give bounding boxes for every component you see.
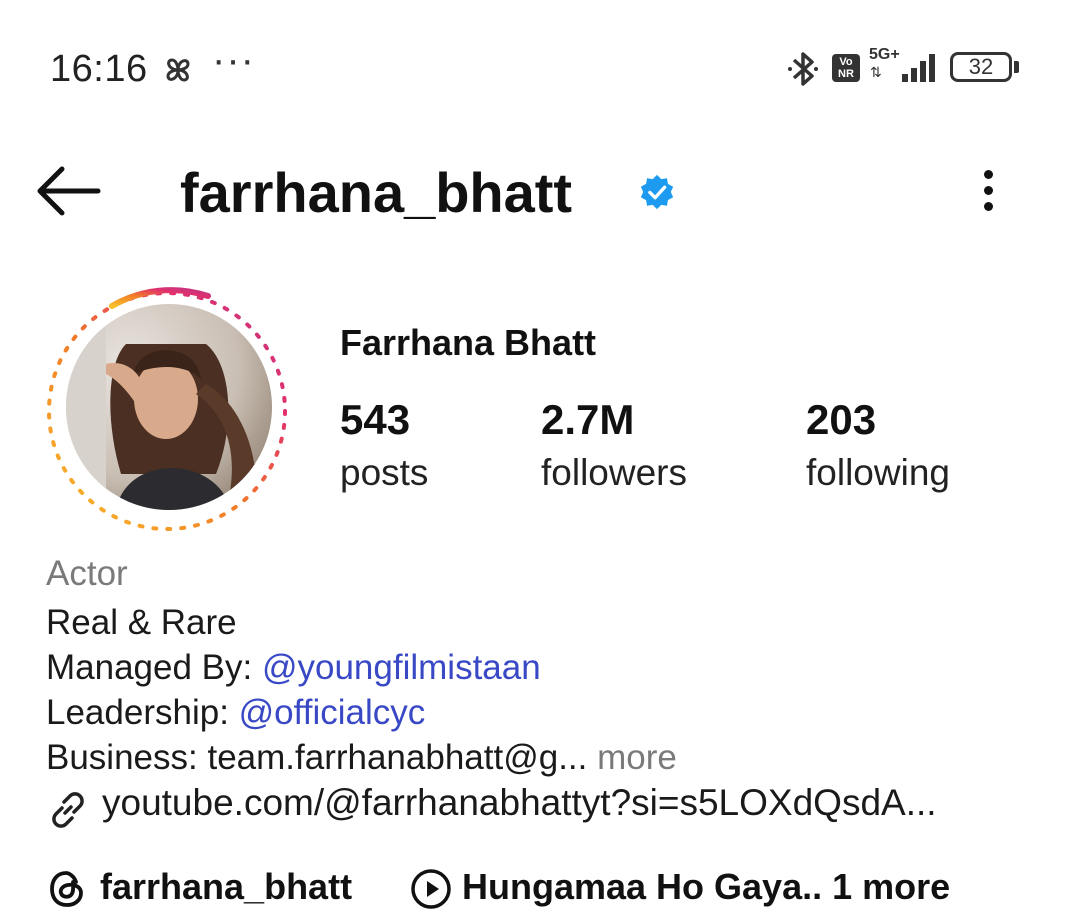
- stat-following-count[interactable]: 203: [806, 396, 876, 444]
- mention-link-youngfilmistaan[interactable]: @youngfilmistaan: [262, 648, 541, 687]
- signal-icon: [902, 54, 935, 82]
- battery-tip: [1014, 61, 1019, 73]
- stat-followers-count[interactable]: 2.7M: [541, 396, 634, 444]
- profile-username: farrhana_bhatt: [180, 161, 573, 224]
- threads-handle-chip[interactable]: farrhana_bhatt: [100, 866, 352, 908]
- bio-managed-prefix: Managed By:: [46, 648, 262, 687]
- verified-badge-icon: [640, 174, 674, 210]
- bio-category: Actor: [46, 554, 128, 593]
- bio-leadership-line: Leadership: @officialcyc: [46, 693, 425, 733]
- threads-icon[interactable]: [46, 868, 88, 910]
- music-chip[interactable]: Hungamaa Ho Gaya.. 1 more: [462, 866, 950, 908]
- pinwheel-icon: [166, 58, 190, 82]
- data-activity-icon: ⇅: [870, 64, 882, 80]
- vonr-bottom-label: NR: [838, 68, 854, 80]
- status-overflow-icon: ···: [212, 38, 255, 82]
- back-arrow-icon[interactable]: [34, 164, 102, 218]
- status-time: 16:16: [50, 48, 148, 90]
- bio-external-link[interactable]: youtube.com/@farrhanabhattyt?si=s5LOXdQs…: [102, 782, 937, 824]
- bio-managed-line: Managed By: @youngfilmistaan: [46, 648, 541, 688]
- bluetooth-icon: [788, 52, 818, 86]
- link-icon: [52, 792, 84, 828]
- stat-posts-label[interactable]: posts: [340, 452, 428, 494]
- avatar-photo: [66, 304, 272, 510]
- music-more-button[interactable]: 1 more: [832, 866, 950, 907]
- stat-posts-count[interactable]: 543: [340, 396, 410, 444]
- bio-business-text: Business: team.farrhanabhatt@g...: [46, 738, 588, 777]
- mention-link-officialcyc[interactable]: @officialcyc: [239, 693, 426, 732]
- more-options-icon[interactable]: [968, 164, 1008, 218]
- bio-more-button[interactable]: more: [597, 738, 677, 777]
- music-chip-title: Hungamaa Ho Gaya..: [462, 866, 823, 907]
- vonr-icon: Vo NR: [832, 54, 860, 82]
- stat-followers-label[interactable]: followers: [541, 452, 687, 494]
- battery-icon: 32: [950, 52, 1012, 82]
- profile-avatar[interactable]: [66, 304, 272, 510]
- bio-business-line: Business: team.farrhanabhatt@g... more: [46, 738, 677, 778]
- profile-display-name: Farrhana Bhatt: [340, 322, 597, 363]
- play-circle-icon[interactable]: [410, 868, 452, 910]
- vonr-top-label: Vo: [839, 56, 853, 68]
- stat-following-label[interactable]: following: [806, 452, 950, 494]
- bio-line: Real & Rare: [46, 603, 237, 642]
- bio-leadership-prefix: Leadership:: [46, 693, 239, 732]
